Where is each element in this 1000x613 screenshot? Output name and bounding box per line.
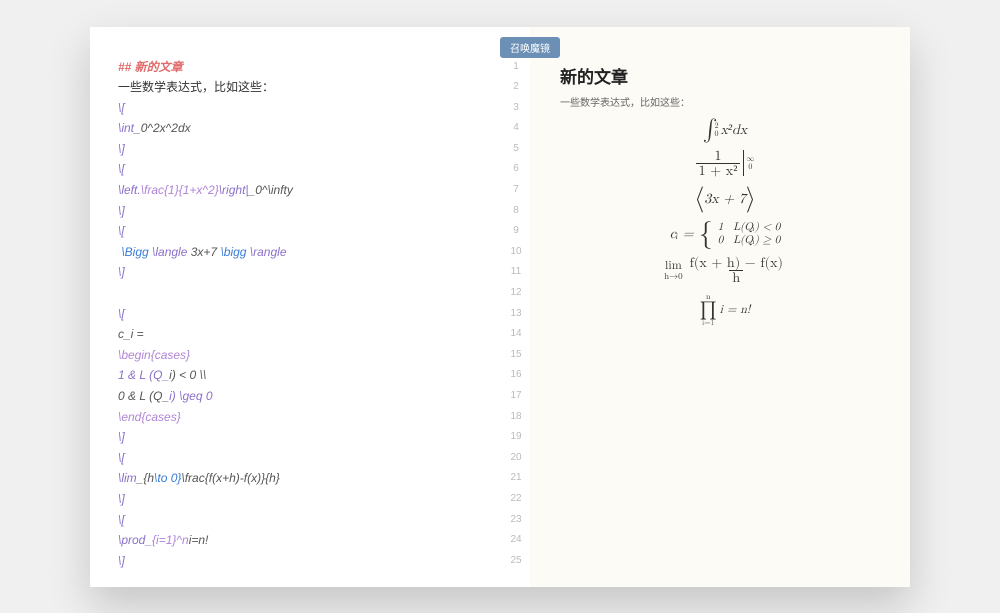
line-number: 2 xyxy=(502,77,530,98)
code-line[interactable]: \] xyxy=(118,139,492,160)
code-line[interactable]: ## 新的文章 xyxy=(118,57,492,78)
math-integral: ∫20x²dx xyxy=(560,119,890,141)
line-number: 23 xyxy=(502,510,530,531)
line-number: 8 xyxy=(502,201,530,222)
line-number: 22 xyxy=(502,489,530,510)
line-number: 10 xyxy=(502,242,530,263)
code-line[interactable]: \[ xyxy=(118,304,492,325)
code-line[interactable]: 0 & L (Q_i) \geq 0 xyxy=(118,386,492,407)
line-number: 11 xyxy=(502,262,530,283)
line-number: 12 xyxy=(502,283,530,304)
code-line[interactable]: \end{cases} xyxy=(118,407,492,428)
code-line[interactable] xyxy=(118,283,492,304)
code-line[interactable]: \] xyxy=(118,201,492,222)
line-number: 1 xyxy=(502,57,530,78)
math-limit: limh→0 f(x + h) − f(x)h xyxy=(560,256,890,285)
math-fraction-eval: 11 + x²∞0 xyxy=(560,149,890,178)
code-line[interactable]: \] xyxy=(118,427,492,448)
code-line[interactable]: \left.\frac{1}{1+x^2}\right|_0^\infty xyxy=(118,180,492,201)
code-line[interactable]: \[ xyxy=(118,159,492,180)
math-angle: ⟨3x + 7⟩ xyxy=(560,186,890,212)
code-line[interactable]: \lim_{h\to 0}\frac{f(x+h)-f(x)}{h} xyxy=(118,468,492,489)
line-number: 18 xyxy=(502,407,530,428)
line-number: 16 xyxy=(502,365,530,386)
line-number: 20 xyxy=(502,448,530,469)
line-number: 7 xyxy=(502,180,530,201)
line-number: 17 xyxy=(502,386,530,407)
line-number: 15 xyxy=(502,345,530,366)
line-number: 25 xyxy=(502,551,530,572)
line-number: 5 xyxy=(502,139,530,160)
code-line[interactable]: \[ xyxy=(118,221,492,242)
editor-pane[interactable]: ## 新的文章一些数学表达式，比如这些：\[\int_0^2x^2dx\]\[\… xyxy=(90,27,530,587)
code-line[interactable]: \[ xyxy=(118,448,492,469)
preview-title: 新的文章 xyxy=(560,63,890,88)
line-number: 13 xyxy=(502,304,530,325)
math-cases: cᵢ = { 1L(Qᵢ) < 0 0L(Qᵢ) ≥ 0 xyxy=(560,220,890,248)
line-number: 3 xyxy=(502,98,530,119)
line-number: 4 xyxy=(502,118,530,139)
preview-pane: 新的文章 一些数学表达式，比如这些： ∫20x²dx 11 + x²∞0 ⟨3x… xyxy=(530,27,910,587)
code-line[interactable]: \Bigg \langle 3x+7 \bigg \rangle xyxy=(118,242,492,263)
line-number: 6 xyxy=(502,159,530,180)
code-line[interactable]: \] xyxy=(118,262,492,283)
code-line[interactable]: 1 & L (Q_i) < 0 \\ xyxy=(118,365,492,386)
line-number: 14 xyxy=(502,324,530,345)
mirror-button[interactable]: 召唤魔镜 xyxy=(500,37,560,58)
code-line[interactable]: \] xyxy=(118,489,492,510)
line-number: 21 xyxy=(502,468,530,489)
app-window: 召唤魔镜 ## 新的文章一些数学表达式，比如这些：\[\int_0^2x^2dx… xyxy=(90,27,910,587)
code-line[interactable]: 一些数学表达式，比如这些： xyxy=(118,77,492,98)
line-number: 24 xyxy=(502,530,530,551)
code-line[interactable]: \[ xyxy=(118,510,492,531)
code-line[interactable]: \begin{cases} xyxy=(118,345,492,366)
math-product: n∏i=1 i = n! xyxy=(560,293,890,327)
editor-gutter: 1234567891011121314151617181920212223242… xyxy=(502,27,530,587)
code-line[interactable]: c_i = xyxy=(118,324,492,345)
code-line[interactable]: \prod_{i=1}^ni=n! xyxy=(118,530,492,551)
line-number: 19 xyxy=(502,427,530,448)
editor-code[interactable]: ## 新的文章一些数学表达式，比如这些：\[\int_0^2x^2dx\]\[\… xyxy=(90,27,502,587)
code-line[interactable]: \[ xyxy=(118,98,492,119)
preview-subtitle: 一些数学表达式，比如这些： xyxy=(560,94,890,109)
code-line[interactable]: \] xyxy=(118,551,492,572)
line-number: 9 xyxy=(502,221,530,242)
code-line[interactable]: \int_0^2x^2dx xyxy=(118,118,492,139)
